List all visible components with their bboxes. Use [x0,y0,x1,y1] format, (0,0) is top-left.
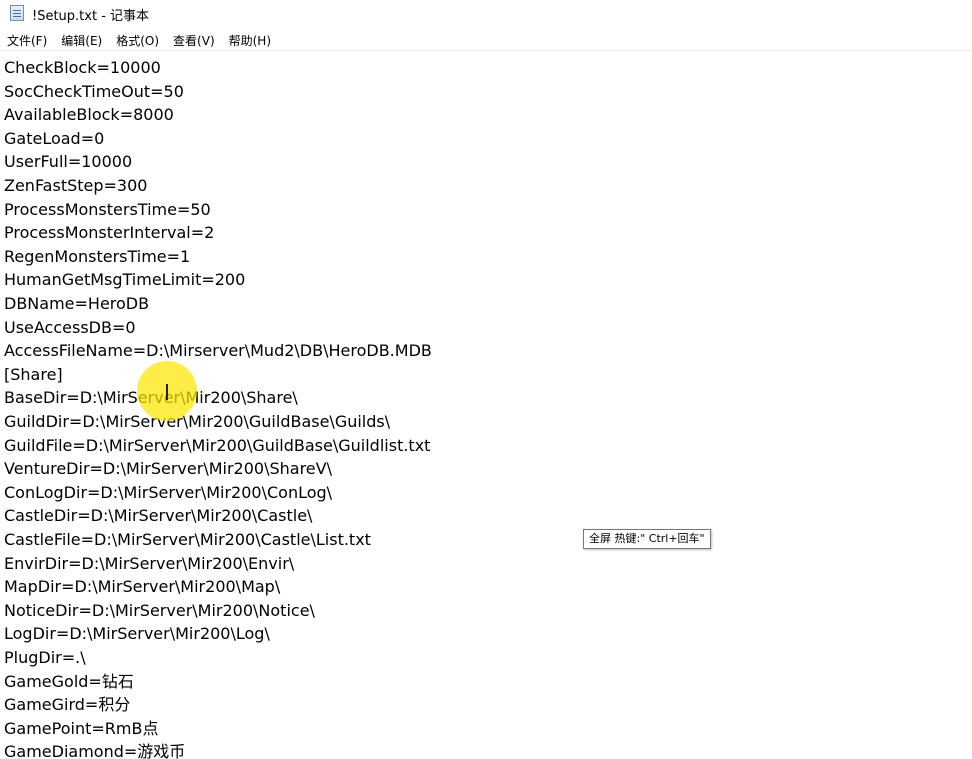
text-line[interactable]: GameGird=积分 [4,693,130,717]
text-line[interactable]: AccessFileName=D:\Mirserver\Mud2\DB\Hero… [4,339,432,363]
text-line[interactable]: VentureDir=D:\MirServer\Mir200\ShareV\ [4,457,332,481]
text-line[interactable]: SocCheckTimeOut=50 [4,80,184,104]
notepad-window: !Setup.txt - 记事本 文件(F) 编辑(E) 格式(O) 查看(V)… [0,0,972,759]
text-line[interactable]: ProcessMonstersTime=50 [4,198,211,222]
menu-view[interactable]: 查看(V) [166,30,222,51]
text-line[interactable]: GamePoint=RmB点 [4,717,158,741]
text-line[interactable]: UseAccessDB=0 [4,316,136,340]
text-line[interactable]: DBName=HeroDB [4,292,149,316]
text-line[interactable]: GuildFile=D:\MirServer\Mir200\GuildBase\… [4,434,430,458]
text-line[interactable]: CheckBlock=10000 [4,56,161,80]
text-line[interactable]: NoticeDir=D:\MirServer\Mir200\Notice\ [4,599,315,623]
text-line[interactable]: ProcessMonsterInterval=2 [4,221,214,245]
menu-format[interactable]: 格式(O) [109,30,166,51]
text-line[interactable]: GateLoad=0 [4,127,104,151]
fullscreen-hotkey-tooltip: 全屏 热键:" Ctrl+回车" [583,529,711,549]
text-line[interactable]: GameDiamond=游戏币 [4,740,185,759]
menu-file[interactable]: 文件(F) [0,30,54,51]
text-line[interactable]: PlugDir=.\ [4,646,86,670]
text-line[interactable]: AvailableBlock=8000 [4,103,174,127]
text-line[interactable]: HumanGetMsgTimeLimit=200 [4,268,245,292]
title-bar[interactable]: !Setup.txt - 记事本 [0,0,972,28]
text-line[interactable]: ZenFastStep=300 [4,174,147,198]
menu-edit[interactable]: 编辑(E) [54,30,109,51]
menu-bar: 文件(F) 编辑(E) 格式(O) 查看(V) 帮助(H) [0,30,972,51]
text-line[interactable]: CastleDir=D:\MirServer\Mir200\Castle\ [4,504,312,528]
text-line[interactable]: ConLogDir=D:\MirServer\Mir200\ConLog\ [4,481,332,505]
text-line[interactable]: GameGold=钻石 [4,670,134,694]
text-line[interactable]: MapDir=D:\MirServer\Mir200\Map\ [4,575,280,599]
text-line[interactable]: UserFull=10000 [4,150,132,174]
text-line[interactable]: RegenMonstersTime=1 [4,245,190,269]
text-editor-area[interactable]: CheckBlock=10000 SocCheckTimeOut=50 Availa… [0,53,972,759]
text-line[interactable]: [Share] [4,363,63,387]
text-line[interactable]: GuildDir=D:\MirServer\Mir200\GuildBase\G… [4,410,390,434]
window-title: !Setup.txt - 记事本 [32,9,150,24]
text-line[interactable]: CastleFile=D:\MirServer\Mir200\Castle\Li… [4,528,371,552]
text-line[interactable]: LogDir=D:\MirServer\Mir200\Log\ [4,622,270,646]
menu-help[interactable]: 帮助(H) [222,30,278,51]
notepad-icon [10,5,24,21]
text-line[interactable]: EnvirDir=D:\MirServer\Mir200\Envir\ [4,552,294,576]
text-line[interactable]: BaseDir=D:\MirServer\Mir200\Share\ [4,386,298,410]
